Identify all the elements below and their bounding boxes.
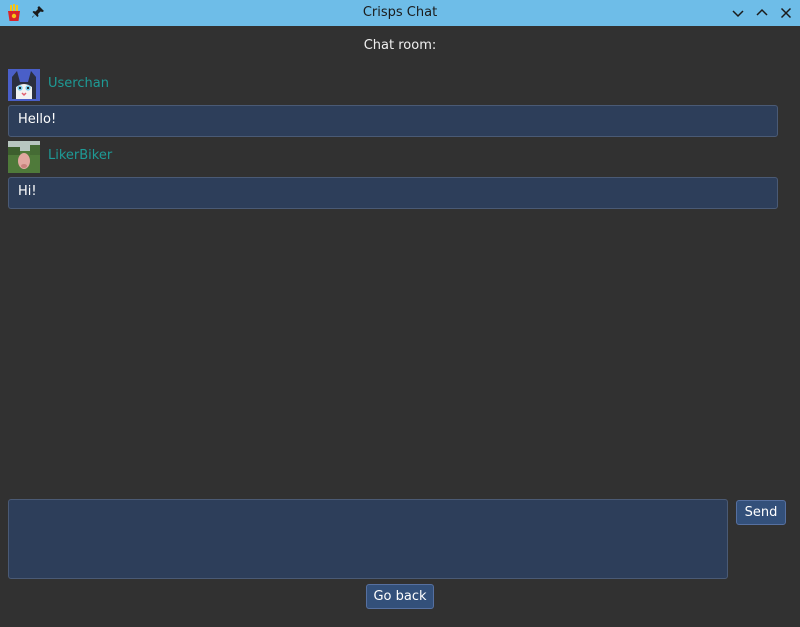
app-window: Crisps Chat Chat room: Userchan Hello! L… — [0, 0, 800, 627]
message-bubble: Hello! — [8, 105, 778, 137]
message-header: LikerBiker — [8, 141, 408, 173]
message-header: Userchan — [8, 69, 408, 101]
title-bar: Crisps Chat — [0, 0, 800, 26]
chat-room-label: Chat room: — [363, 38, 437, 53]
pig-photo-avatar — [8, 141, 40, 173]
window-title: Crisps Chat — [362, 5, 438, 20]
chevron-up-icon — [756, 8, 768, 16]
cat-avatar — [8, 69, 40, 101]
maximize-button[interactable] — [754, 5, 770, 21]
minimize-button[interactable] — [730, 5, 746, 21]
message-bubble: Hi! — [8, 177, 778, 209]
username: LikerBiker — [48, 148, 113, 163]
close-button[interactable] — [778, 5, 794, 21]
go-back-button[interactable]: Go back — [366, 584, 434, 609]
message-input[interactable] — [8, 499, 728, 579]
chevron-down-icon — [732, 10, 744, 18]
send-button[interactable]: Send — [736, 500, 786, 525]
close-icon — [780, 7, 792, 19]
username: Userchan — [48, 76, 109, 91]
